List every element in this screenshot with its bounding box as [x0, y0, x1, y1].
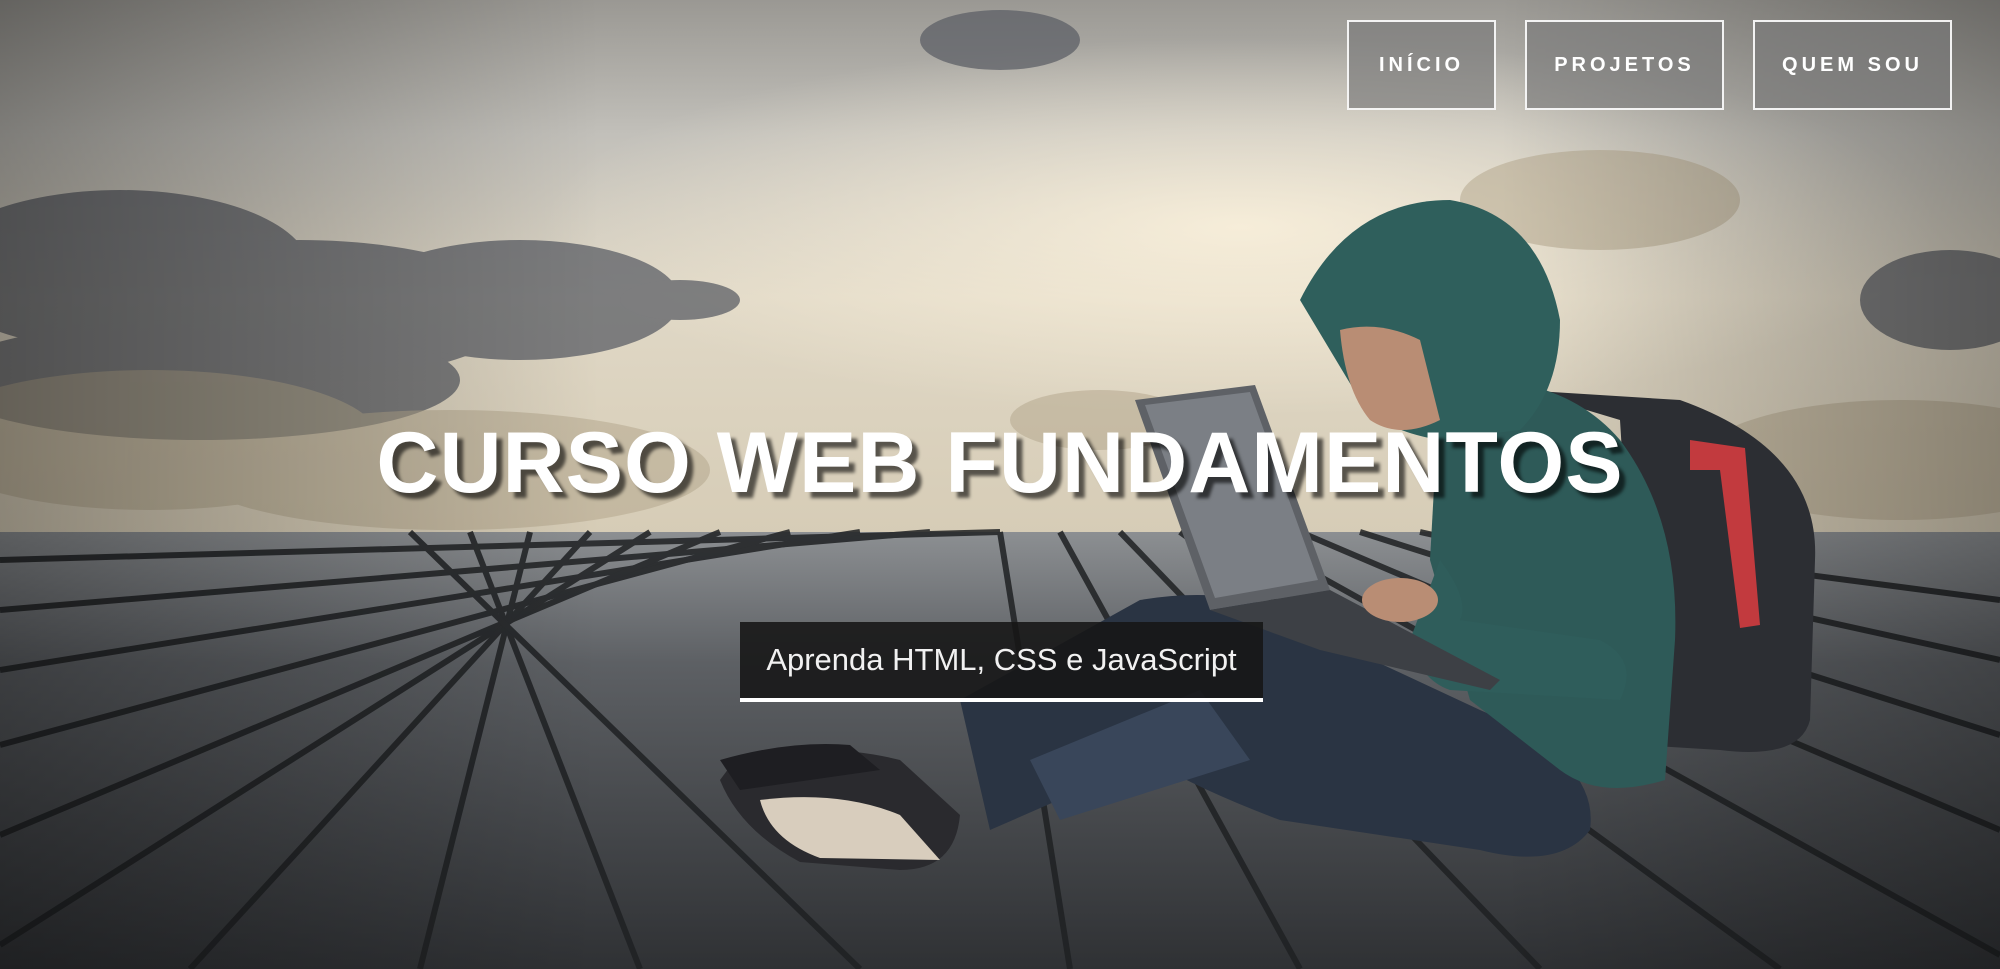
hero-section: INÍCIO PROJETOS QUEM SOU CURSO WEB FUNDA…	[0, 0, 2000, 969]
hero-subtitle: Aprenda HTML, CSS e JavaScript	[740, 622, 1263, 702]
nav-button-inicio[interactable]: INÍCIO	[1347, 20, 1496, 110]
hero-title: CURSO WEB FUNDAMENTOS	[376, 415, 1624, 511]
nav-button-projetos[interactable]: PROJETOS	[1525, 20, 1724, 110]
top-navigation: INÍCIO PROJETOS QUEM SOU	[1347, 20, 1952, 110]
nav-button-quem-sou[interactable]: QUEM SOU	[1753, 20, 1952, 110]
